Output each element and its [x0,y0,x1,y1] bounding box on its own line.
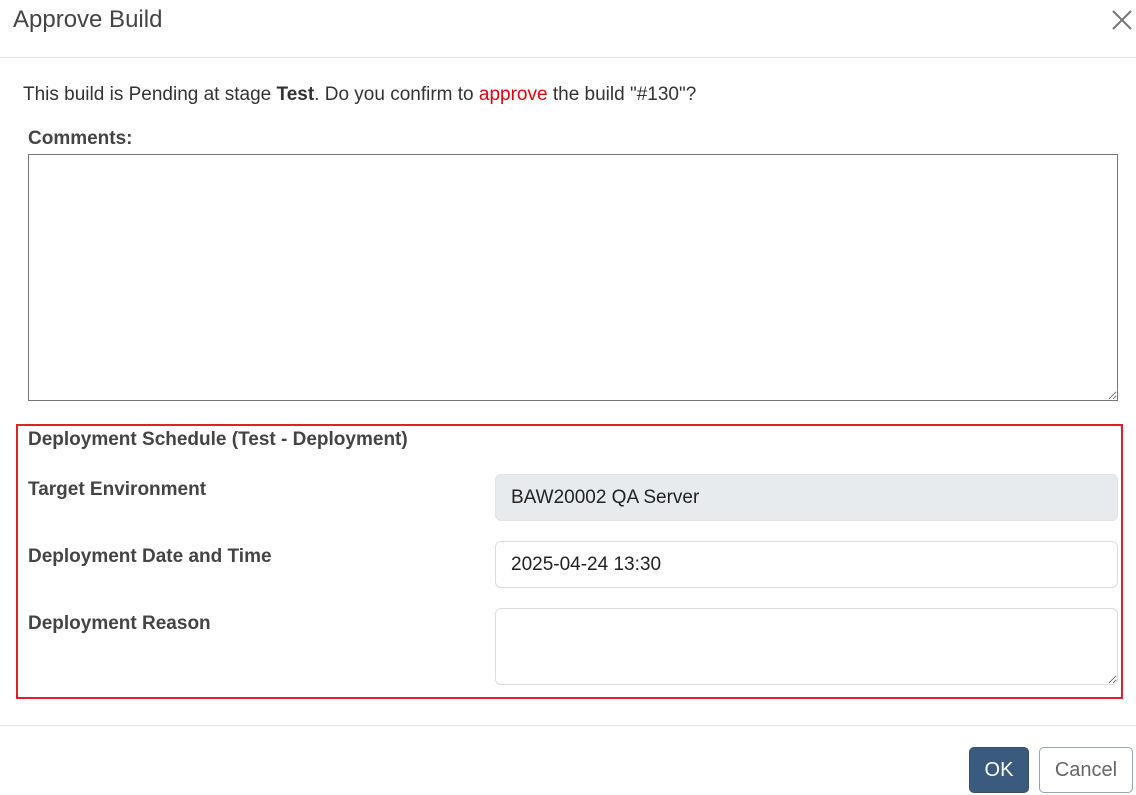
deployment-datetime-label: Deployment Date and Time [28,546,272,567]
deployment-schedule-title: Deployment Schedule (Test - Deployment) [28,429,408,450]
approve-build-dialog: Approve Build This build is Pending at s… [0,0,1136,795]
dialog-title: Approve Build [13,6,163,33]
confirmation-message: This build is Pending at stage Test. Do … [23,84,696,106]
message-prefix: This build is Pending at stage [23,84,277,105]
action-word: approve [478,84,548,105]
dialog-header: Approve Build [0,0,1136,58]
cancel-button[interactable]: Cancel [1039,747,1133,793]
stage-name: Test [276,84,315,105]
message-middle: . Do you confirm to [314,84,479,105]
close-button[interactable] [1110,8,1134,32]
target-environment-field [495,474,1118,521]
comments-label: Comments: [28,128,133,149]
message-suffix: the build "#130"? [547,84,697,105]
target-environment-label: Target Environment [28,479,207,500]
deployment-reason-label: Deployment Reason [28,613,211,634]
deployment-datetime-field[interactable] [495,541,1118,588]
comments-textarea[interactable] [28,154,1118,401]
close-icon [1112,10,1132,30]
ok-button[interactable]: OK [969,747,1029,793]
deployment-reason-textarea[interactable] [495,608,1118,685]
dialog-footer [0,725,1136,795]
